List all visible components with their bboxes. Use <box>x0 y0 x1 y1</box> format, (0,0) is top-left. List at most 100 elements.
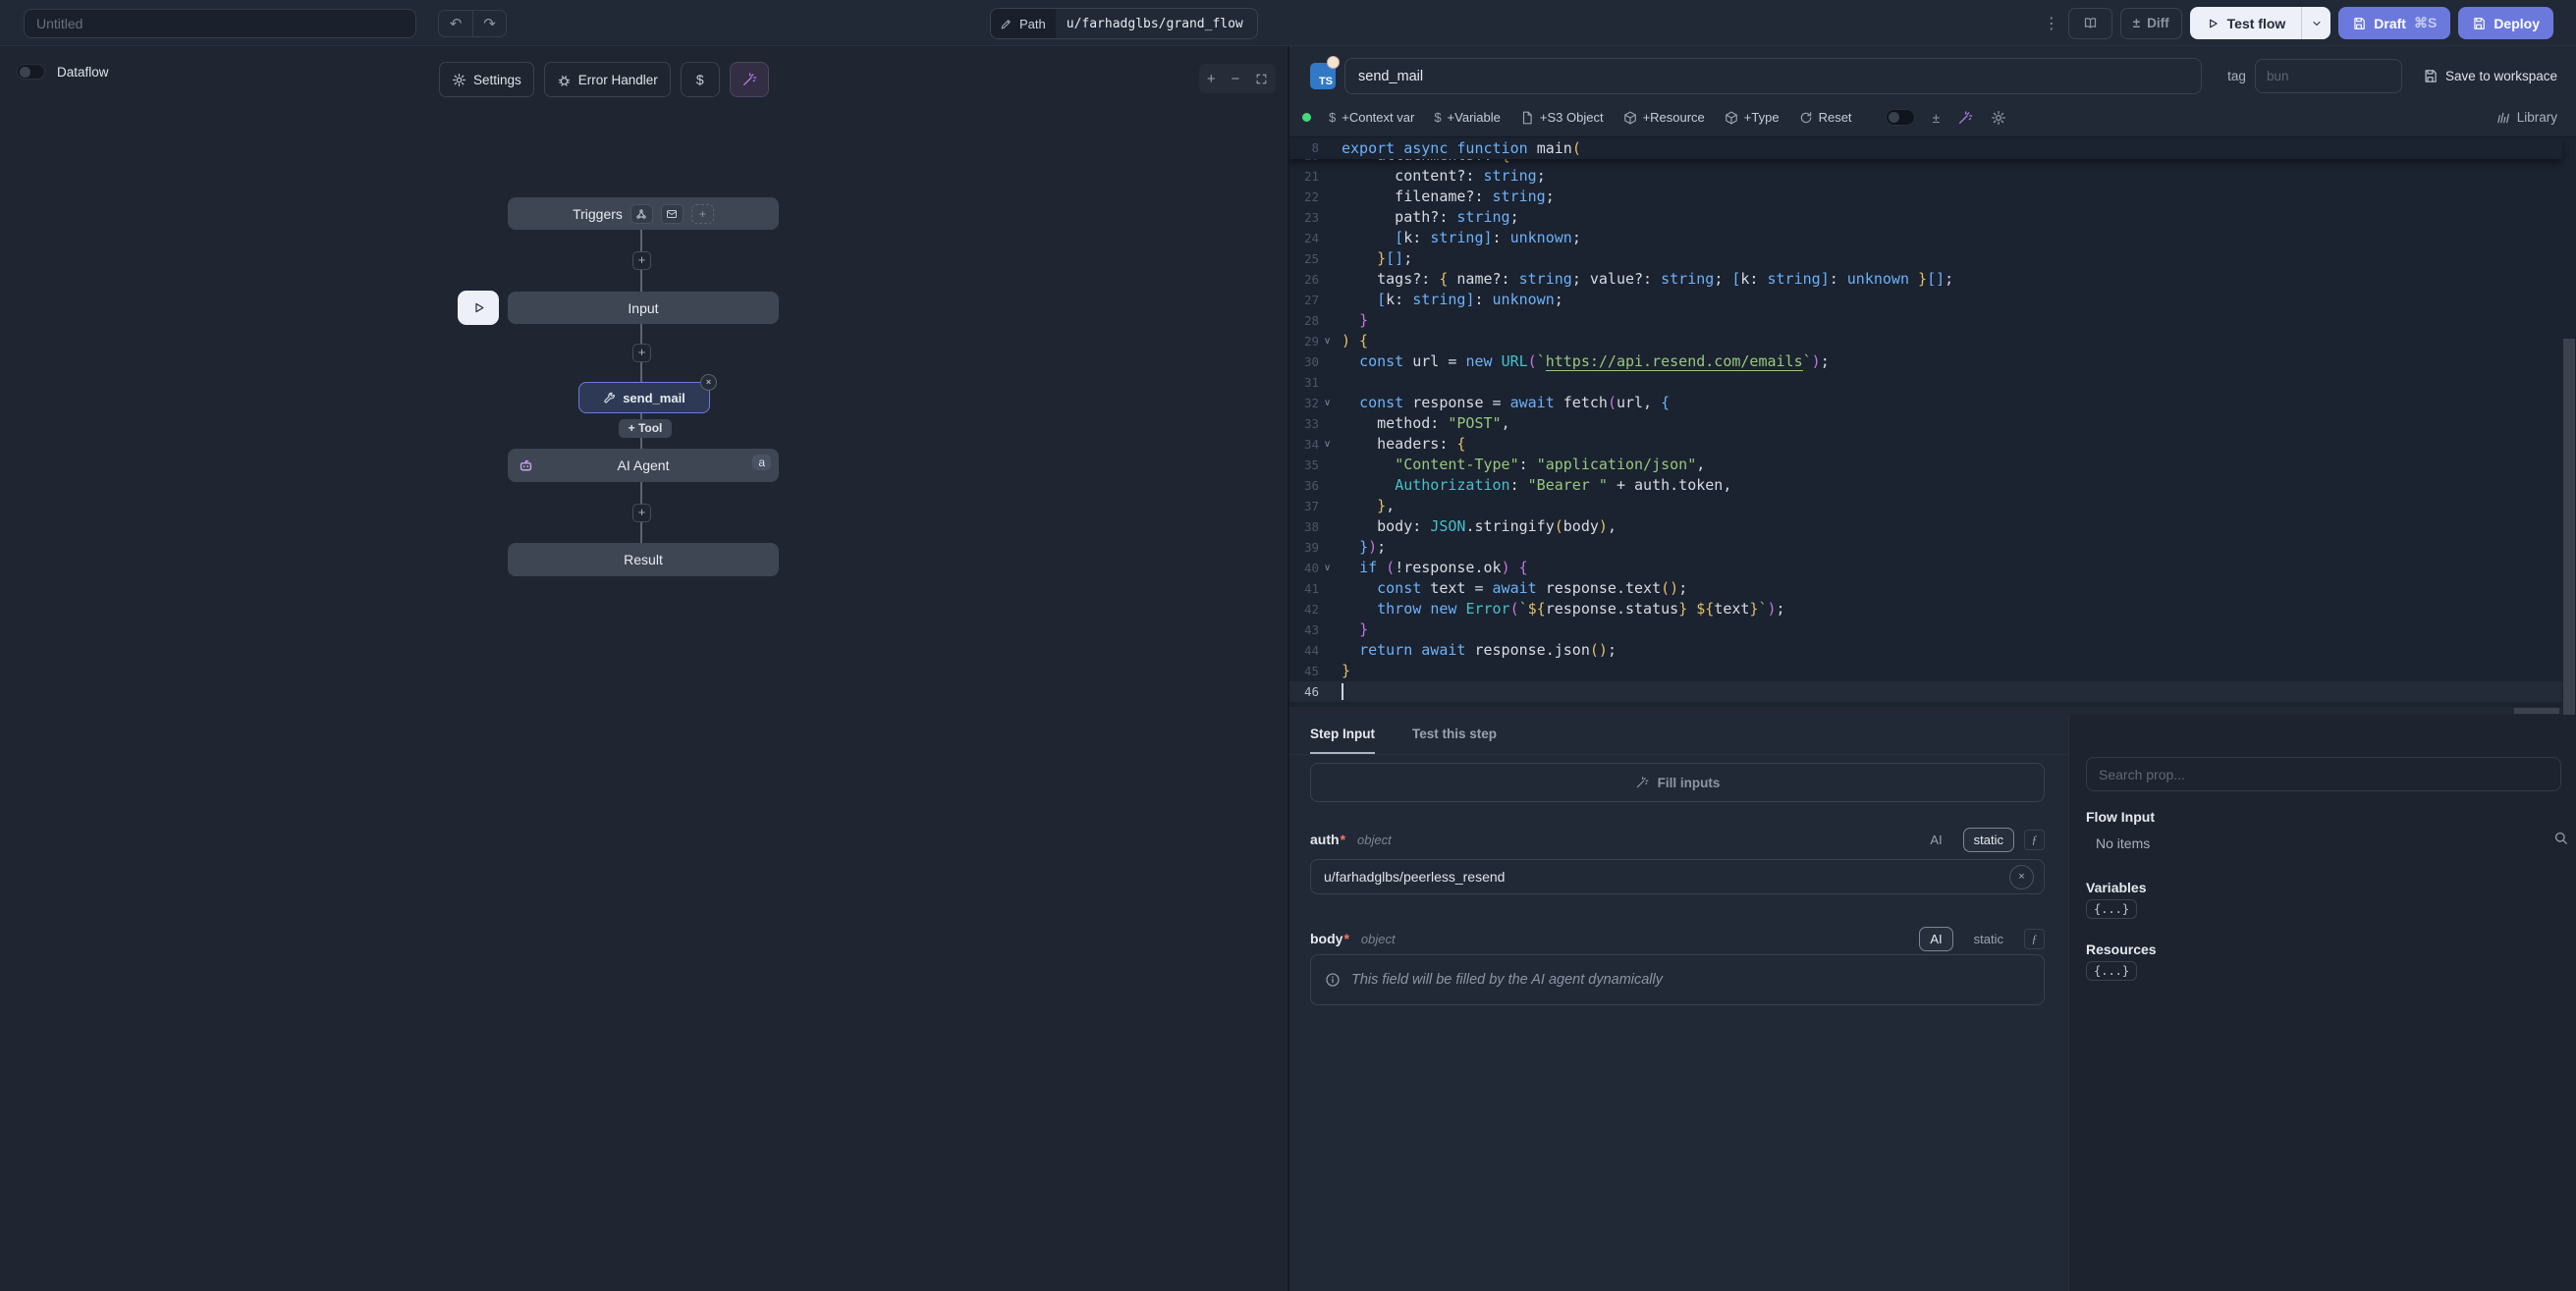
undo-button[interactable]: ↶ <box>439 11 472 36</box>
zoom-in-button[interactable]: + <box>1207 71 1216 87</box>
flow-canvas[interactable]: Dataflow Settings Error Handler $ + − <box>0 46 1288 1291</box>
code-line[interactable]: 21 content?: string; <box>1289 166 2562 187</box>
tab-test-this-step[interactable]: Test this step <box>1412 715 1497 754</box>
add-trigger-button[interactable]: + <box>691 204 714 224</box>
test-flow-button[interactable]: Test flow <box>2190 7 2302 39</box>
code-line[interactable]: 26 tags?: { name?: string; value?: strin… <box>1289 269 2562 290</box>
code-line[interactable]: 24 [k: string]: unknown; <box>1289 228 2562 248</box>
fill-inputs-button[interactable]: Fill inputs <box>1310 763 2045 802</box>
variables-object-badge[interactable]: {...} <box>2086 899 2137 919</box>
code-line[interactable]: 45} <box>1289 661 2562 681</box>
editor-settings-icon[interactable] <box>1991 110 2006 126</box>
auth-value-input[interactable] <box>1310 859 2045 894</box>
settings-button[interactable]: Settings <box>439 62 534 97</box>
code-line[interactable]: 29∨) { <box>1289 331 2562 351</box>
tab-step-input[interactable]: Step Input <box>1310 715 1375 754</box>
auth-mode-static-button[interactable]: static <box>1963 828 2014 852</box>
search-icon[interactable] <box>2552 830 2569 846</box>
kebab-menu-icon[interactable]: ⋮ <box>2043 14 2060 33</box>
toolbar-s3object-button[interactable]: +S3 Object <box>1520 110 1604 125</box>
expression-mode-button[interactable]: ƒ <box>2024 830 2045 850</box>
code-line[interactable]: 44 return await response.json(); <box>1289 640 2562 661</box>
code-line[interactable]: 42 throw new Error(`${response.status} $… <box>1289 599 2562 619</box>
script-name-input[interactable] <box>1344 58 2202 94</box>
editor-vertical-scrollbar[interactable] <box>2562 137 2576 707</box>
node-send-mail[interactable]: send_mail × <box>578 382 710 413</box>
flow-summary-input[interactable] <box>24 9 416 38</box>
code-line[interactable]: 30 const url = new URL(`https://api.rese… <box>1289 351 2562 372</box>
add-tool-button[interactable]: + Tool <box>619 419 672 438</box>
code-line[interactable]: 41 const text = await response.text(); <box>1289 578 2562 599</box>
code-line[interactable]: 33 method: "POST", <box>1289 413 2562 434</box>
book-icon <box>2083 16 2098 30</box>
status-dot <box>1302 113 1311 122</box>
fold-chevron-icon[interactable]: ∨ <box>1319 434 1336 455</box>
ai-wand-button[interactable] <box>730 62 769 97</box>
save-to-workspace-button[interactable]: Save to workspace <box>2423 69 2557 83</box>
toolbar-contextvar-button[interactable]: $+Context var <box>1329 110 1414 125</box>
fit-view-button[interactable] <box>1255 73 1268 85</box>
code-editor[interactable]: 20∨ attachments?: {21 content?: string;2… <box>1289 137 2576 715</box>
email-trigger-icon[interactable] <box>661 204 684 224</box>
code-line[interactable]: 35 "Content-Type": "application/json", <box>1289 455 2562 475</box>
redo-button[interactable]: ↷ <box>472 11 506 36</box>
code-line[interactable]: 43 } <box>1289 619 2562 640</box>
remove-step-button[interactable]: × <box>700 374 717 391</box>
dollar-button[interactable]: $ <box>681 62 720 97</box>
resources-object-badge[interactable]: {...} <box>2086 961 2137 981</box>
path-chip[interactable]: Path u/farhadglbs/grand_flow <box>990 8 1258 39</box>
node-result[interactable]: Result <box>508 543 779 576</box>
toolbar-resource-button[interactable]: +Resource <box>1623 110 1705 125</box>
code-line[interactable]: 39 }); <box>1289 537 2562 558</box>
auth-field-name: auth <box>1310 832 1340 847</box>
assistant-toggle[interactable] <box>1886 109 1915 126</box>
dataflow-toggle[interactable] <box>17 64 45 80</box>
run-input-button[interactable] <box>458 291 499 325</box>
clear-auth-button[interactable]: × <box>2009 865 2034 889</box>
editor-horizontal-scrollbar[interactable] <box>1289 707 2562 715</box>
diff-mode-icon[interactable]: ± <box>1933 110 1941 126</box>
library-button[interactable]: Library <box>2496 110 2557 125</box>
toolbar-variable-button[interactable]: $+Variable <box>1434 110 1501 125</box>
code-line[interactable]: 36 Authorization: "Bearer " + auth.token… <box>1289 475 2562 496</box>
toolbar-type-button[interactable]: +Type <box>1725 110 1780 125</box>
tag-input[interactable] <box>2255 59 2402 93</box>
webhook-trigger-icon[interactable] <box>630 204 653 224</box>
error-handler-button[interactable]: Error Handler <box>544 62 671 97</box>
code-line[interactable]: 23 path?: string; <box>1289 207 2562 228</box>
test-flow-dropdown[interactable] <box>2301 7 2330 39</box>
fold-chevron-icon[interactable]: ∨ <box>1319 393 1336 413</box>
fold-chevron-icon[interactable]: ∨ <box>1319 558 1336 578</box>
draft-button[interactable]: Draft ⌘S <box>2338 7 2450 39</box>
body-mode-static-button[interactable]: static <box>1963 927 2014 951</box>
auth-mode-ai-button[interactable]: AI <box>1919 828 1952 852</box>
code-line[interactable]: 31 <box>1289 372 2562 393</box>
prop-search-input[interactable] <box>2086 757 2561 791</box>
code-line[interactable]: 40∨ if (!response.ok) { <box>1289 558 2562 578</box>
code-line[interactable]: 25 }[]; <box>1289 248 2562 269</box>
insert-step-button[interactable]: + <box>632 504 651 522</box>
insert-step-button[interactable]: + <box>632 251 651 270</box>
node-triggers[interactable]: Triggers + <box>508 197 779 230</box>
code-line[interactable]: 28 } <box>1289 310 2562 331</box>
deploy-button[interactable]: Deploy <box>2458 7 2553 39</box>
code-line[interactable]: 37 }, <box>1289 496 2562 516</box>
code-line[interactable]: 22 filename?: string; <box>1289 187 2562 207</box>
ai-edit-icon[interactable] <box>1957 110 1973 126</box>
toolbar-reset-button[interactable]: Reset <box>1799 110 1852 125</box>
code-line[interactable]: 32∨ const response = await fetch(url, { <box>1289 393 2562 413</box>
code-line[interactable]: 34∨ headers: { <box>1289 434 2562 455</box>
code-line[interactable]: 27 [k: string]: unknown; <box>1289 290 2562 310</box>
expression-mode-button[interactable]: ƒ <box>2024 929 2045 949</box>
insert-step-button[interactable]: + <box>632 344 651 362</box>
library-icon <box>2494 111 2511 125</box>
node-input[interactable]: Input <box>508 292 779 324</box>
diff-button[interactable]: ± Diff <box>2120 8 2182 39</box>
node-ai-agent[interactable]: AI Agent a <box>508 449 779 482</box>
code-line[interactable]: 38 body: JSON.stringify(body), <box>1289 516 2562 537</box>
fold-chevron-icon[interactable]: ∨ <box>1319 331 1336 351</box>
zoom-out-button[interactable]: − <box>1231 71 1239 87</box>
code-line[interactable]: 46 <box>1289 681 2562 702</box>
docs-button[interactable] <box>2068 8 2112 39</box>
body-mode-ai-button[interactable]: AI <box>1919 927 1952 951</box>
